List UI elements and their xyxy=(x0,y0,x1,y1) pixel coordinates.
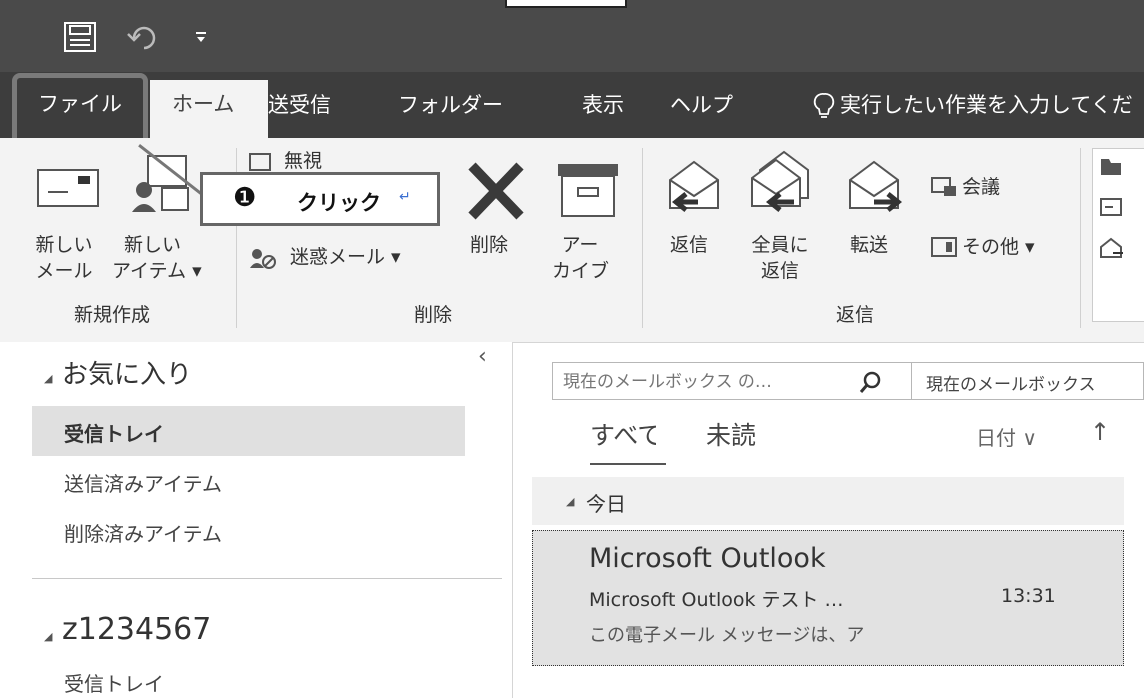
message-preview: この電子メール メッセージは、ア xyxy=(589,625,865,646)
search-scope-dropdown[interactable]: 現在のメールボックス xyxy=(912,362,1144,400)
new-items-button[interactable]: 新しい アイテム ▾ xyxy=(112,232,222,284)
lightbulb-icon xyxy=(813,93,835,118)
ignore-button[interactable]: 無視 xyxy=(284,148,322,174)
junk-mail-button[interactable]: 迷惑メール ▾ xyxy=(290,244,401,270)
file-tab-highlight xyxy=(12,73,148,147)
nav-divider xyxy=(32,578,502,579)
new-email-label-1: 新しい xyxy=(35,234,93,256)
quick-step-email-icon xyxy=(1100,198,1122,216)
filter-all-tab[interactable]: すべて xyxy=(590,416,656,452)
new-email-button[interactable]: 新しい メール xyxy=(32,232,96,284)
reply-button[interactable]: 返信 xyxy=(670,232,708,258)
meeting-button[interactable]: 会議 xyxy=(962,174,1000,200)
collapse-triangle-icon[interactable]: ◢ xyxy=(44,372,52,385)
ignore-icon xyxy=(249,153,271,171)
tab-home[interactable]: ホーム xyxy=(150,80,268,138)
save-icon[interactable] xyxy=(62,20,98,54)
tab-send-receive[interactable]: 送受信 xyxy=(268,88,331,122)
meeting-icon xyxy=(931,177,956,196)
archive-label-1: アー xyxy=(561,234,599,256)
forward-button[interactable]: 転送 xyxy=(850,232,888,258)
tab-help[interactable]: ヘルプ xyxy=(670,88,733,122)
group-header-label: 今日 xyxy=(586,492,626,516)
reply-all-label-2: 返信 xyxy=(760,260,799,282)
message-list-scrollbar[interactable] xyxy=(1124,477,1144,698)
return-mark: ↵ xyxy=(399,189,411,205)
group-header-today[interactable]: ◢ 今日 xyxy=(532,477,1124,525)
reply-icon xyxy=(669,160,719,212)
sort-by-date[interactable]: 日付 ∨ xyxy=(976,422,1037,451)
message-sender: Microsoft Outlook xyxy=(589,543,826,574)
collapse-triangle-icon[interactable]: ◢ xyxy=(44,630,52,643)
more-respond-button[interactable]: その他 ▾ xyxy=(962,234,1035,260)
search-icon[interactable] xyxy=(859,370,883,394)
collapse-triangle-icon: ◢ xyxy=(566,495,575,508)
group-label-new: 新規作成 xyxy=(74,304,151,326)
reply-all-icon xyxy=(751,150,809,212)
callout-text: クリック xyxy=(297,191,381,215)
account-inbox[interactable]: 受信トレイ xyxy=(64,668,164,697)
tab-folder[interactable]: フォルダー xyxy=(398,88,503,122)
new-email-label-2: メール xyxy=(35,260,93,282)
quick-steps-gallery[interactable] xyxy=(1092,148,1144,322)
archive-icon xyxy=(558,164,618,217)
delete-button[interactable]: 削除 xyxy=(470,232,508,258)
search-box[interactable] xyxy=(552,362,912,400)
ribbon-separator xyxy=(1080,148,1081,328)
group-label-respond: 返信 xyxy=(836,304,875,326)
group-label-delete: 削除 xyxy=(414,304,453,326)
favorites-header[interactable]: お気に入り xyxy=(62,354,192,391)
more-respond-icon xyxy=(931,237,957,257)
quick-access-toolbar xyxy=(0,0,1144,72)
message-item[interactable]: Microsoft Outlook Microsoft Outlook テスト … xyxy=(532,530,1124,666)
folder-inbox-selected[interactable]: 受信トレイ xyxy=(32,406,465,456)
new-items-label-2: アイテム ▾ xyxy=(112,260,202,282)
folder-inbox-label: 受信トレイ xyxy=(64,422,164,446)
callout-step-number: ❶ xyxy=(233,183,257,213)
tab-view[interactable]: 表示 xyxy=(582,88,624,122)
dropdown-arrow-icon[interactable] xyxy=(194,30,208,44)
quick-step-move-icon xyxy=(1101,159,1121,175)
search-input[interactable] xyxy=(561,367,845,397)
junk-mail-icon xyxy=(250,249,276,269)
archive-button[interactable]: アー カイブ xyxy=(552,232,610,284)
ribbon-separator xyxy=(642,148,643,328)
folder-sent[interactable]: 送信済みアイテム xyxy=(64,468,222,497)
account-header[interactable]: z1234567 xyxy=(62,612,211,647)
reply-all-button[interactable]: 全員に 返信 xyxy=(748,232,812,284)
undo-icon[interactable] xyxy=(126,24,160,52)
new-email-icon xyxy=(37,169,99,207)
archive-label-2: カイブ xyxy=(552,260,610,282)
tab-home-label: ホーム xyxy=(172,92,235,116)
sort-direction-button[interactable]: ↑ xyxy=(1090,418,1110,446)
delete-icon xyxy=(468,162,524,220)
filter-active-underline xyxy=(590,463,666,465)
filter-unread-tab[interactable]: 未読 xyxy=(706,416,756,452)
reply-all-label-1: 全員に xyxy=(751,234,809,256)
folder-deleted[interactable]: 削除済みアイテム xyxy=(64,518,222,547)
quick-step-reply-icon xyxy=(1100,237,1123,258)
forward-icon xyxy=(849,160,903,212)
search-scope-label: 現在のメールボックス xyxy=(926,375,1096,395)
tell-me-search[interactable]: 実行したい作業を入力してくだ xyxy=(840,88,1144,122)
callout-fragment xyxy=(505,0,627,8)
new-items-label-1: 新しい xyxy=(124,234,182,256)
message-subject: Microsoft Outlook テスト … xyxy=(589,589,844,611)
collapse-pane-icon[interactable]: ‹ xyxy=(478,344,487,369)
message-time: 13:31 xyxy=(1001,585,1056,607)
click-callout: ❶ クリック ↵ xyxy=(200,172,440,226)
